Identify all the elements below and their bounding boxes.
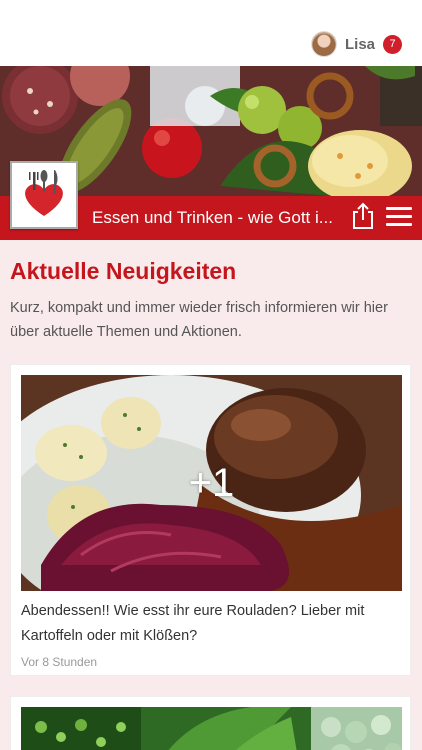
more-images-count[interactable]: +1: [21, 375, 402, 591]
avatar[interactable]: [310, 31, 337, 57]
page-logo[interactable]: [10, 161, 78, 229]
top-bar: Lisa 7: [0, 0, 422, 66]
post-card[interactable]: [10, 696, 411, 750]
section-title: Aktuelle Neuigkeiten: [10, 258, 237, 284]
hamburger-menu-icon[interactable]: [386, 207, 412, 229]
post-image[interactable]: +1: [21, 375, 402, 591]
menu-line: [386, 223, 412, 226]
page-name[interactable]: Essen und Trinken - wie Gott i...: [92, 208, 333, 228]
section-description: Kurz, kompakt und immer wieder frisch in…: [10, 300, 388, 340]
menu-line: [386, 215, 412, 218]
logo-cutlery-heart-icon: [25, 170, 63, 216]
post-time: Vor 8 Stunden: [21, 655, 98, 669]
share-icon: [353, 202, 373, 229]
user-profile[interactable]: Lisa 7: [310, 30, 402, 58]
post-card[interactable]: +1 Abendessen!! Wie esst ihr eure Roulad…: [10, 364, 411, 676]
notification-badge[interactable]: 7: [383, 34, 402, 54]
post-text: Abendessen!! Wie esst ihr eure Rouladen?…: [21, 603, 365, 644]
menu-line: [386, 207, 412, 210]
post-image[interactable]: [21, 707, 402, 750]
user-name[interactable]: Lisa: [345, 36, 375, 53]
share-button[interactable]: [350, 202, 376, 230]
